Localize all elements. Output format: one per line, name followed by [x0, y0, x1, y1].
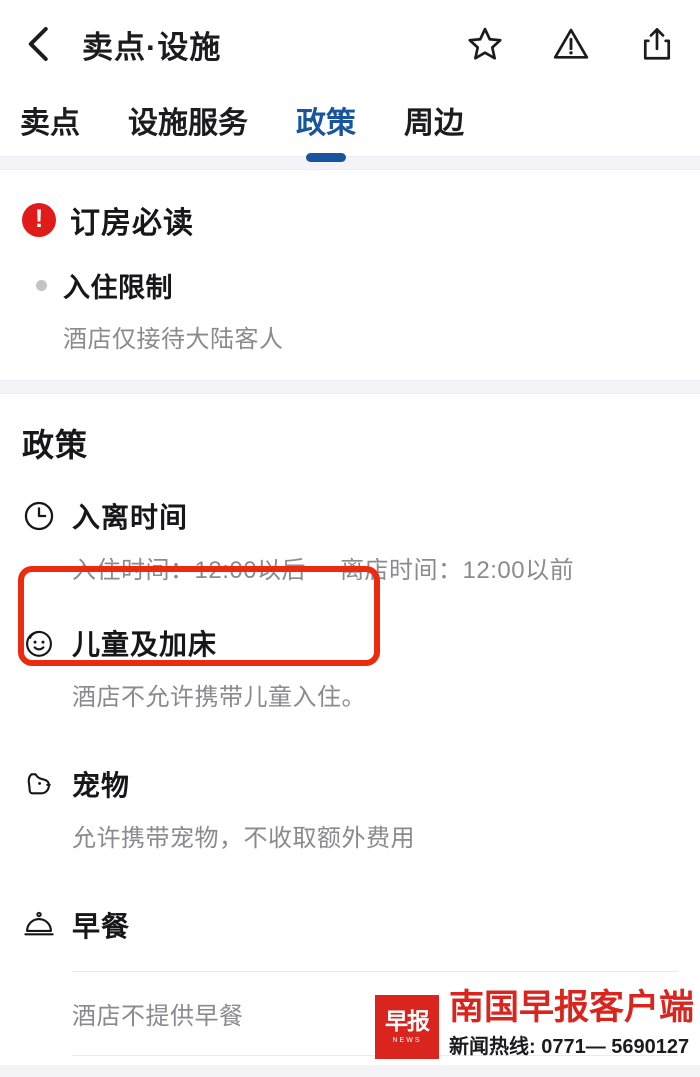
food-cloche-icon — [24, 911, 54, 936]
tab-bar: 卖点 设施服务 政策 周边 — [0, 88, 700, 156]
star-icon[interactable] — [466, 25, 504, 63]
watermark-hotline-text: 新闻热线: 0771— 5690127 — [448, 1036, 690, 1058]
policy-row-title: 早餐 — [72, 911, 131, 942]
must-read-header: ! 订房必读 — [22, 198, 678, 242]
exclamation-glyph: ! — [34, 204, 44, 233]
policy-row-body: 允许携带宠物，不收取额外费用 — [22, 818, 678, 853]
must-read-section: ! 订房必读 入住限制 酒店仅接待大陆客人 — [0, 170, 700, 380]
chevron-left-icon — [28, 27, 48, 61]
policy-row-children-extra-bed: 儿童及加床 酒店不允许携带儿童入住。 — [22, 623, 678, 712]
share-icon[interactable] — [638, 25, 676, 63]
policy-row-header: 入离时间 — [22, 496, 678, 536]
child-face-icon — [26, 630, 52, 657]
clock-icon — [24, 501, 54, 531]
watermark-badge-en: NEWS — [392, 1037, 422, 1044]
policy-row-title: 宠物 — [72, 770, 131, 801]
checkout-time-text: 离店时间：12:00以前 — [340, 557, 575, 584]
bottom-band — [0, 1065, 700, 1077]
dog-head-icon — [27, 773, 51, 795]
hotel-policy-screen: 卖点·设施 卖点 设施服务 政策 周边 ! 订房必读 入住限制 酒店仅接待大陆客… — [0, 0, 700, 1077]
page-title: 卖点·设施 — [82, 29, 222, 65]
must-read-item-row: 入住限制 — [36, 266, 678, 305]
tab-facilities-services[interactable]: 设施服务 — [128, 98, 248, 146]
must-read-item-title: 入住限制 — [63, 273, 173, 303]
watermark: 早报 NEWS 南国早报客户端 新闻热线: 0771— 5690127 — [374, 988, 694, 1059]
children-policy-text: 酒店不允许携带儿童入住。 — [72, 684, 366, 711]
navbar-actions — [466, 25, 676, 63]
watermark-texts: 南国早报客户端 新闻热线: 0771— 5690127 — [448, 988, 694, 1059]
watermark-main-text: 南国早报客户端 — [448, 988, 694, 1028]
section-divider-band-2 — [0, 380, 700, 394]
policy-row-checkin-checkout: 入离时间 入住时间：12:00以后 离店时间：12:00以前 — [22, 496, 678, 585]
must-read-title: 订房必读 — [70, 207, 194, 240]
policy-row-title: 入离时间 — [72, 502, 189, 533]
pet-policy-text: 允许携带宠物，不收取额外费用 — [72, 825, 415, 852]
back-button[interactable] — [22, 22, 56, 66]
policy-row-header: 儿童及加床 — [22, 623, 678, 663]
must-read-item: 入住限制 酒店仅接待大陆客人 — [22, 266, 678, 354]
policy-section-title: 政策 — [22, 427, 89, 463]
policy-row-body: 酒店不允许携带儿童入住。 — [22, 677, 678, 712]
policy-row-body: 入住时间：12:00以后 离店时间：12:00以前 — [22, 550, 678, 585]
policy-row-pets: 宠物 允许携带宠物，不收取额外费用 — [22, 764, 678, 853]
watermark-badge-cn: 早报 — [384, 1008, 430, 1034]
watermark-logo-badge: 早报 NEWS — [374, 995, 439, 1059]
tab-surroundings[interactable]: 周边 — [404, 98, 464, 146]
policy-row-title: 儿童及加床 — [72, 629, 218, 660]
checkin-time-text: 入住时间：12:00以后 — [72, 557, 307, 584]
policy-row-header: 宠物 — [22, 764, 678, 804]
policy-section: 政策 入离时间 入住时间：12:00以后 离店时间：12:00以前 儿童及加床 … — [0, 394, 700, 1056]
warning-triangle-icon[interactable] — [552, 25, 590, 63]
navigation-bar: 卖点·设施 — [0, 0, 700, 88]
tab-policy[interactable]: 政策 — [296, 98, 356, 146]
tab-selling-points[interactable]: 卖点 — [20, 98, 80, 146]
policy-row-header: 早餐 — [22, 905, 678, 945]
section-divider-band — [0, 156, 700, 170]
bullet-dot-icon — [36, 280, 47, 291]
exclamation-circle-icon: ! — [22, 203, 56, 237]
must-read-item-desc: 酒店仅接待大陆客人 — [63, 326, 284, 353]
